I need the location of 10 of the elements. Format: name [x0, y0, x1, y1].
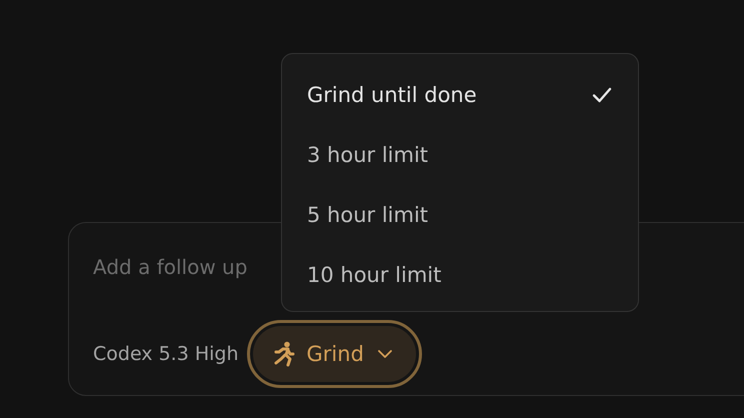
mode-menu-item[interactable]: 10 hour limit	[282, 245, 638, 305]
checkmark-icon	[592, 87, 612, 103]
model-label[interactable]: Codex 5.3 High	[93, 343, 239, 365]
mode-menu-item[interactable]: 3 hour limit	[282, 125, 638, 185]
mode-menu-item[interactable]: 5 hour limit	[282, 185, 638, 245]
chevron-down-icon	[378, 350, 392, 358]
running-person-icon	[272, 341, 295, 367]
mode-menu-item[interactable]: Grind until done	[282, 65, 638, 125]
follow-up-input[interactable]: Add a follow up	[93, 251, 263, 283]
mode-dropdown-button[interactable]: Grind	[246, 320, 422, 388]
